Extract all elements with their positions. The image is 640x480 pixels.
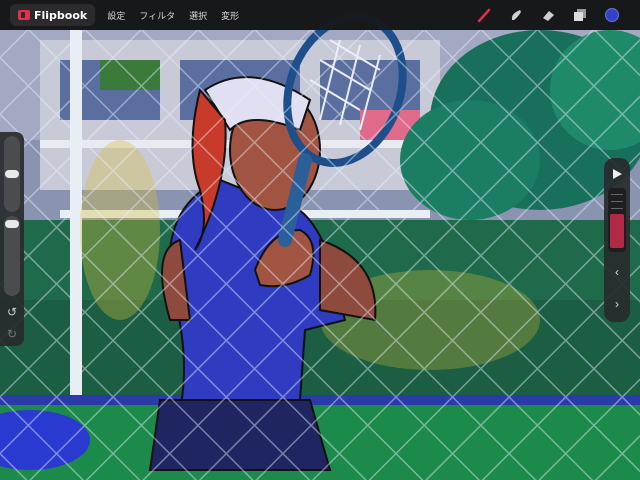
brush-icon	[477, 8, 491, 23]
top-bar: Flipbook 設定 フィルタ 選択 変形	[0, 0, 640, 30]
frame-marker[interactable]	[611, 201, 623, 202]
menu-select[interactable]: 選択	[189, 9, 207, 22]
menu-settings[interactable]: 設定	[107, 9, 125, 22]
drawing-canvas[interactable]	[0, 0, 640, 480]
frame-list[interactable]	[608, 188, 626, 252]
timeline-panel: ‹ ›	[604, 158, 630, 322]
brush-size-slider[interactable]	[4, 136, 20, 212]
frame-marker[interactable]	[611, 208, 623, 209]
app-name: Flipbook	[34, 8, 88, 22]
opacity-knob[interactable]	[5, 220, 19, 228]
frame-marker[interactable]	[611, 194, 623, 195]
tool-group	[466, 0, 626, 30]
layers-button[interactable]	[566, 0, 594, 30]
play-button[interactable]	[604, 164, 630, 184]
next-frame-button[interactable]: ›	[604, 294, 630, 314]
brush-tool-button[interactable]	[470, 0, 498, 30]
gallery-button[interactable]: Flipbook	[10, 4, 96, 26]
left-sidebar: ↺ ↻	[0, 132, 24, 346]
opacity-slider[interactable]	[4, 216, 20, 296]
play-icon	[613, 169, 622, 179]
redo-icon[interactable]: ↻	[4, 326, 20, 342]
eraser-tool-button[interactable]	[534, 0, 562, 30]
undo-icon[interactable]: ↺	[4, 304, 20, 320]
current-color-swatch	[605, 8, 619, 22]
smudge-icon	[511, 10, 521, 20]
current-frame[interactable]	[610, 214, 624, 248]
color-picker-button[interactable]	[598, 0, 626, 30]
prev-frame-button[interactable]: ‹	[604, 262, 630, 282]
brush-size-knob[interactable]	[5, 170, 19, 178]
eraser-icon	[543, 11, 554, 21]
menu-filter[interactable]: フィルタ	[139, 9, 175, 22]
smudge-tool-button[interactable]	[502, 0, 530, 30]
main-menu: 設定 フィルタ 選択 変形	[107, 9, 253, 22]
menu-transform[interactable]: 変形	[221, 9, 239, 22]
app-logo-icon	[18, 10, 30, 20]
layers-icon	[574, 9, 586, 21]
